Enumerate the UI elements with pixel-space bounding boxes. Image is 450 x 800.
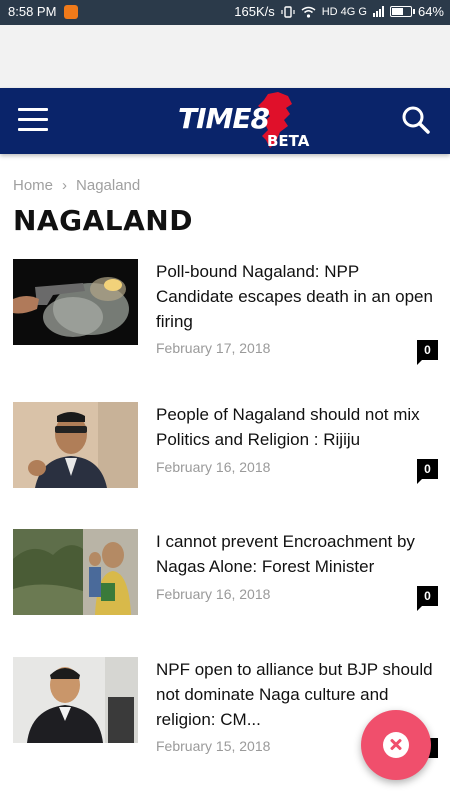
battery-icon (389, 6, 415, 17)
article-item[interactable]: I cannot prevent Encroachment by Nagas A… (13, 529, 438, 629)
gun-firing-photo (13, 259, 138, 345)
article-date: February 16, 2018 (156, 586, 271, 602)
article-thumbnail[interactable] (13, 402, 138, 488)
battery-percent: 64% (417, 4, 444, 19)
comment-count-badge[interactable]: 0 (417, 586, 438, 611)
status-bar: 8:58 PM 165K/s HD 4G G 64% (0, 0, 450, 25)
signal-icon (372, 6, 384, 17)
app-notification-icon (64, 4, 79, 19)
site-header: TIME8 BETA (0, 88, 450, 154)
article-date: February 16, 2018 (156, 459, 271, 475)
speaker-portrait-photo (13, 402, 138, 488)
breadcrumb-home-link[interactable]: Home (13, 177, 53, 194)
article-title[interactable]: Poll-bound Nagaland: NPP Candidate escap… (156, 259, 438, 334)
comment-count-badge[interactable]: 0 (417, 340, 438, 365)
chief-minister-photo (13, 657, 138, 743)
article-date: February 15, 2018 (156, 738, 271, 754)
close-icon (383, 732, 409, 758)
article-thumbnail[interactable] (13, 529, 138, 615)
vibrate-icon (281, 5, 295, 18)
breadcrumb-current: Nagaland (76, 177, 141, 194)
close-fab-button[interactable] (361, 710, 431, 780)
network-type-labels: HD 4G G (321, 5, 367, 18)
search-icon (402, 106, 430, 134)
article-item[interactable]: People of Nagaland should not mix Politi… (13, 402, 438, 502)
forest-minister-photo (13, 529, 138, 615)
comment-count-badge[interactable]: 0 (417, 459, 438, 484)
hamburger-icon (18, 108, 48, 111)
article-title[interactable]: People of Nagaland should not mix Politi… (156, 402, 438, 452)
search-button[interactable] (400, 104, 432, 136)
article-thumbnail[interactable] (13, 657, 138, 743)
ad-placeholder (0, 25, 450, 88)
menu-button[interactable] (18, 108, 48, 132)
page-title: NAGALAND (13, 204, 193, 237)
article-title[interactable]: I cannot prevent Encroachment by Nagas A… (156, 529, 438, 579)
breadcrumb: Home › Nagaland (13, 177, 140, 194)
logo-beta-badge: BETA (267, 132, 310, 150)
article-item[interactable]: Poll-bound Nagaland: NPP Candidate escap… (13, 259, 438, 365)
article-thumbnail[interactable] (13, 259, 138, 345)
status-time: 8:58 PM (8, 4, 57, 19)
logo-text: TIME8 (178, 102, 270, 135)
article-date: February 17, 2018 (156, 340, 271, 356)
breadcrumb-separator: › (62, 177, 68, 194)
site-logo[interactable]: TIME8 BETA (178, 92, 318, 152)
network-speed: 165K/s (234, 4, 275, 19)
wifi-icon (301, 6, 316, 18)
